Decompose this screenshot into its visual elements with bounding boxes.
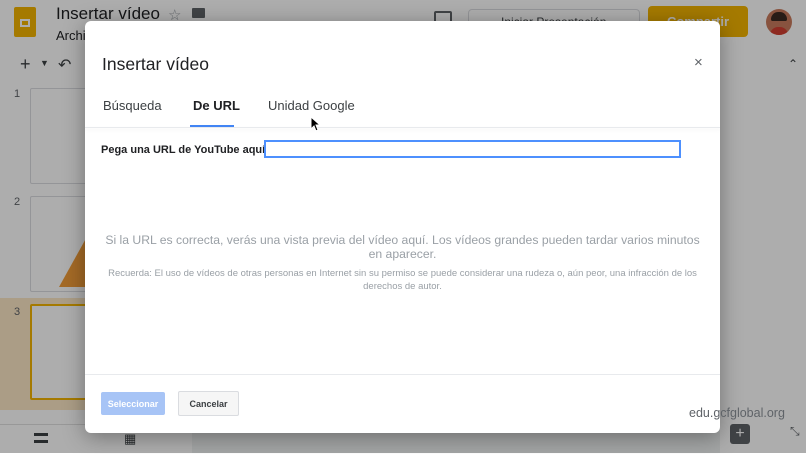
tab-divider <box>85 127 720 128</box>
url-input[interactable] <box>264 140 681 158</box>
select-button[interactable]: Seleccionar <box>101 392 165 415</box>
cursor-icon <box>310 116 320 132</box>
tab-google-drive[interactable]: Unidad Google <box>268 98 355 113</box>
tab-search[interactable]: Búsqueda <box>103 98 162 113</box>
cancel-button[interactable]: Cancelar <box>178 391 239 416</box>
url-label: Pega una URL de YouTube aquí: <box>101 144 269 156</box>
footer-divider <box>85 374 720 375</box>
insert-video-dialog: Insertar vídeo × Búsqueda De URL Unidad … <box>85 21 720 433</box>
copyright-notice: Recuerda: El uso de vídeos de otras pers… <box>108 268 697 292</box>
watermark: edu.gcfglobal.org <box>689 406 785 420</box>
close-icon[interactable]: × <box>694 54 703 71</box>
dialog-title: Insertar vídeo <box>102 54 209 74</box>
preview-message: Si la URL es correcta, verás una vista p… <box>105 233 700 261</box>
tab-from-url[interactable]: De URL <box>193 98 240 113</box>
